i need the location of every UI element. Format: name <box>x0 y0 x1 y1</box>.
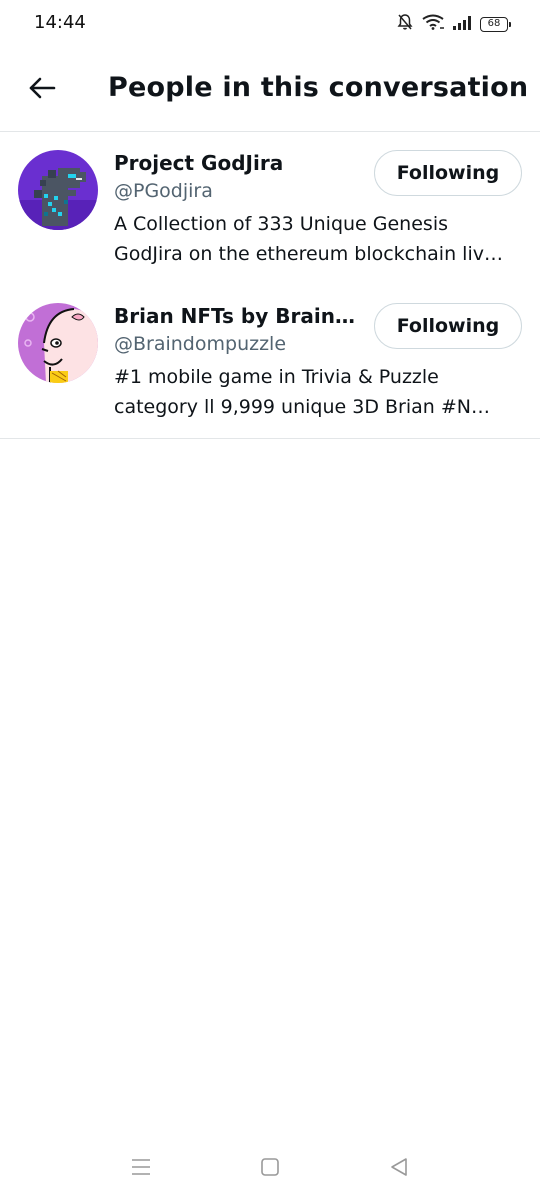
home-button[interactable] <box>255 1154 285 1184</box>
status-bar: 14:44 68 <box>0 0 540 48</box>
arrow-left-icon <box>28 76 56 104</box>
bio-line: category ll 9,999 unique 3D Brian #N… <box>114 396 490 418</box>
person-bio: #1 mobile game in Trivia & Puzzle catego… <box>114 362 522 422</box>
wifi-icon <box>422 14 444 34</box>
menu-button[interactable] <box>126 1154 156 1184</box>
battery-icon: 68 <box>480 16 511 32</box>
person-handle: @PGodjira <box>114 180 213 202</box>
home-square-icon <box>260 1157 280 1181</box>
bio-line: GodJira on the ethereum blockchain liv… <box>114 243 503 265</box>
status-icons: 68 <box>397 12 511 36</box>
list-item[interactable]: Project GodJira @PGodjira A Collection o… <box>0 132 540 285</box>
menu-icon <box>131 1158 151 1180</box>
brian-cartoon-avatar[interactable] <box>18 303 98 383</box>
back-triangle-icon <box>389 1157 409 1181</box>
godzilla-pixel-avatar[interactable] <box>18 150 98 230</box>
following-button[interactable]: Following <box>374 303 522 349</box>
signal-icon <box>453 15 471 34</box>
person-bio: A Collection of 333 Unique Genesis GodJi… <box>114 209 522 269</box>
people-list: Project GodJira @PGodjira A Collection o… <box>0 132 540 439</box>
bio-line: #1 mobile game in Trivia & Puzzle <box>114 366 439 388</box>
system-back-button[interactable] <box>384 1154 414 1184</box>
system-nav-bar <box>0 1140 540 1200</box>
back-button[interactable] <box>22 70 62 110</box>
person-handle: @Braindompuzzle <box>114 333 287 355</box>
person-name[interactable]: Brian NFTs by Braindo… <box>114 303 366 329</box>
bio-line: A Collection of 333 Unique Genesis <box>114 213 448 235</box>
page-title: People in this conversation <box>108 72 529 103</box>
header: People in this conversation <box>0 50 540 132</box>
status-time: 14:44 <box>34 12 86 33</box>
following-button[interactable]: Following <box>374 150 522 196</box>
list-item[interactable]: Brian NFTs by Braindo… @Braindompuzzle #… <box>0 285 540 439</box>
person-name[interactable]: Project GodJira <box>114 150 366 176</box>
bell-muted-icon <box>397 13 413 35</box>
